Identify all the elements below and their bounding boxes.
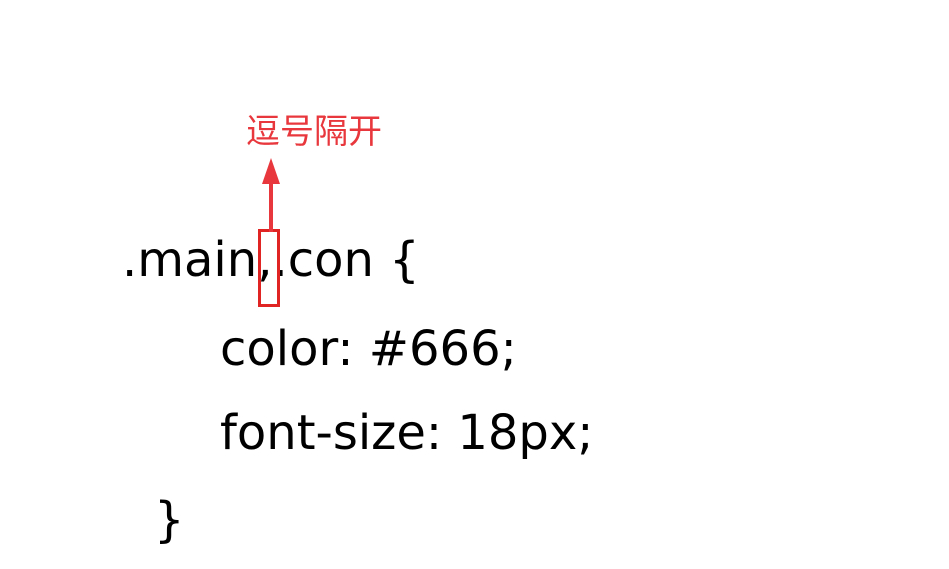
arrow-up-icon — [262, 158, 280, 232]
comma-highlight-box — [258, 229, 280, 307]
selector-main: .main — [122, 232, 258, 288]
annotation-label: 逗号隔开 — [246, 112, 382, 152]
code-line-color: color: #666; — [220, 321, 517, 377]
code-line-font-size: font-size: 18px; — [220, 405, 594, 461]
arrow-shaft — [269, 180, 273, 232]
selector-con: .con { — [272, 232, 420, 288]
code-line-closing-brace: } — [154, 492, 185, 548]
